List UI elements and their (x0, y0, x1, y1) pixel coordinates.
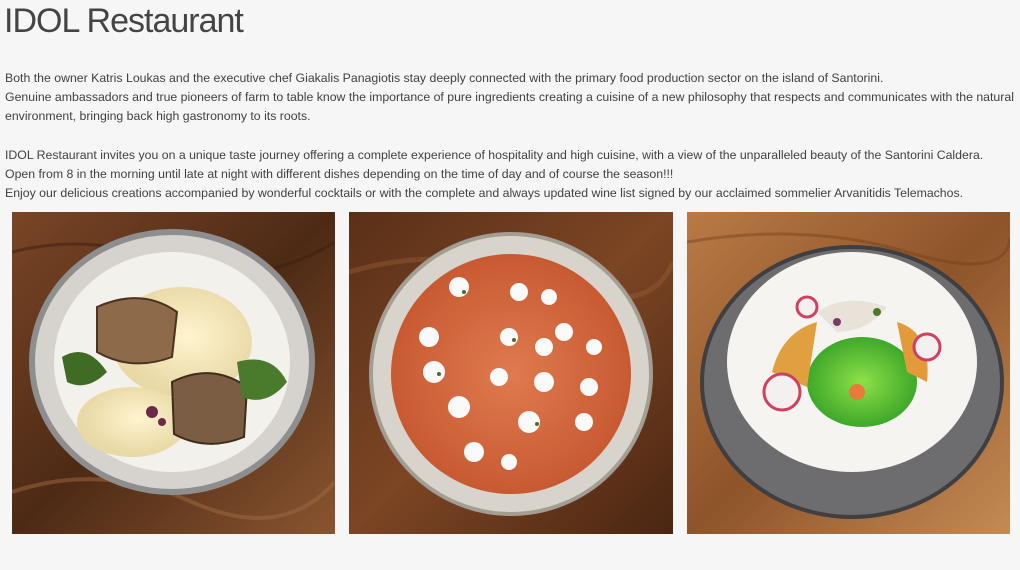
intro-line-4: IDOL Restaurant invites you on a unique … (5, 148, 984, 162)
intro-line-2: Genuine ambassadors and true pioneers of… (5, 90, 1014, 104)
orzo-dish-photo (349, 212, 673, 534)
intro-line-3: environment, bringing back high gastrono… (5, 109, 311, 123)
fish-dish-photo (12, 212, 335, 534)
intro-line-1: Both the owner Katris Loukas and the exe… (5, 71, 884, 85)
intro-line-5: Open from 8 in the morning until late at… (5, 167, 674, 181)
page: IDOL Restaurant Both the owner Katris Lo… (0, 0, 1020, 570)
page-title: IDOL Restaurant (4, 2, 244, 40)
ceviche-dish-photo (687, 212, 1010, 534)
intro-line-6: Enjoy our delicious creations accompanie… (5, 186, 964, 200)
